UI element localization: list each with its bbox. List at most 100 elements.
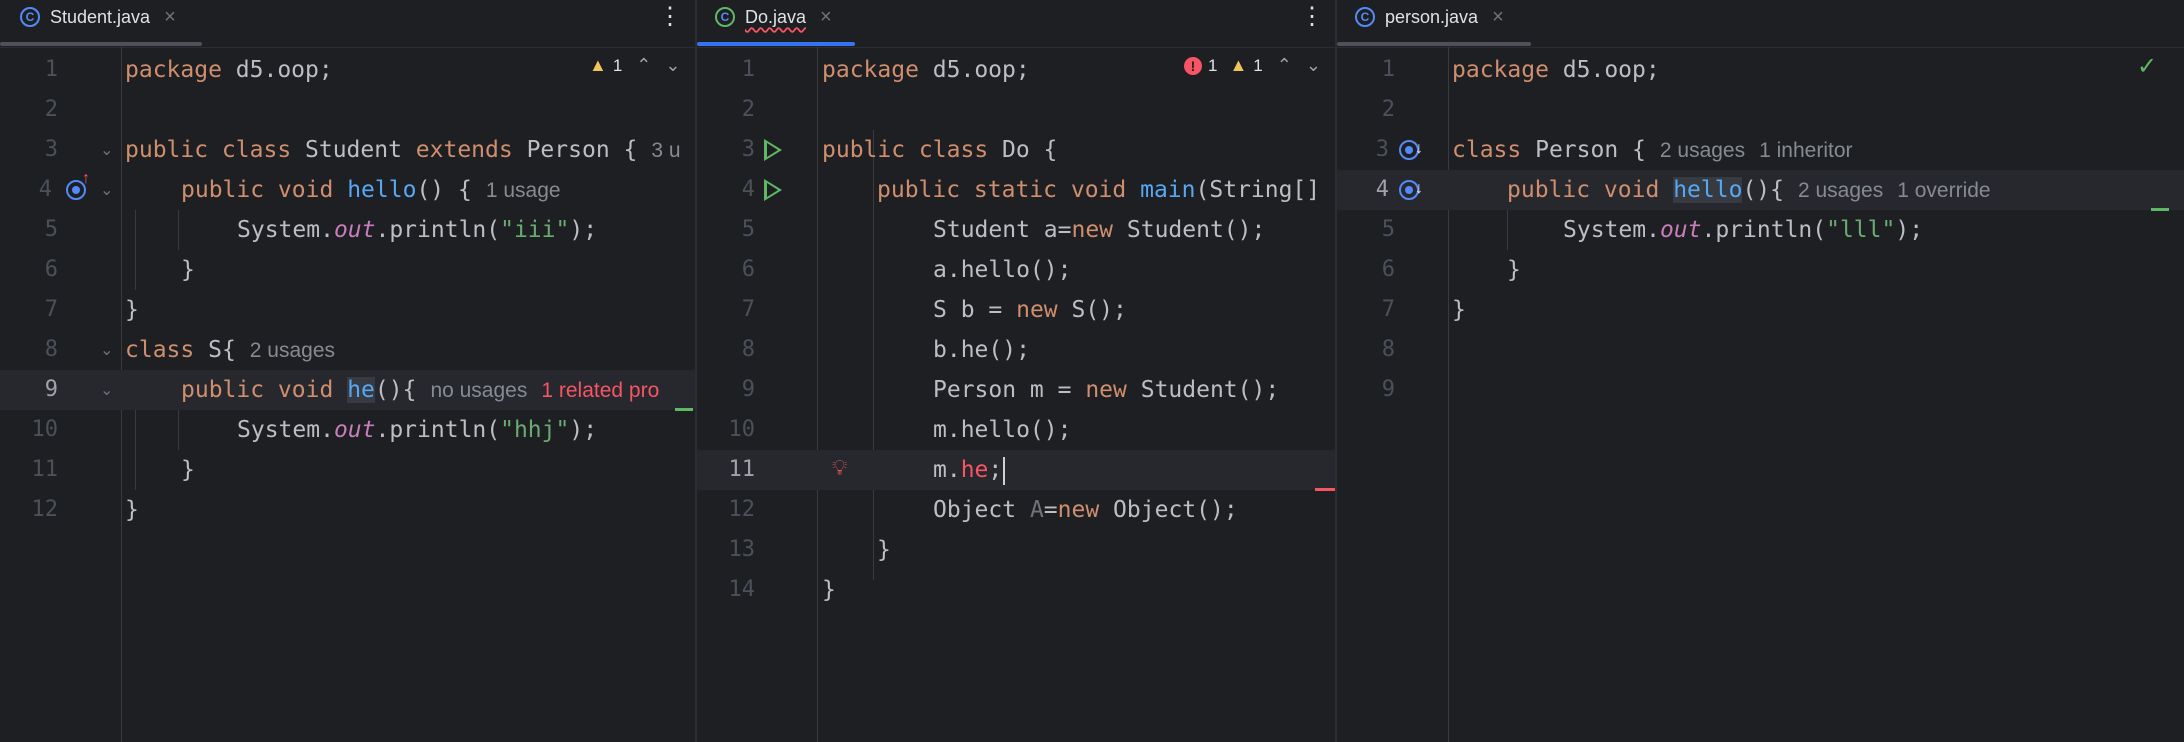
code-text[interactable]: public class Student extends Person {3 u [125,130,681,171]
code-text[interactable]: } [181,250,195,290]
code-text[interactable]: package d5.oop; [125,50,333,90]
usages-hint[interactable]: 2 usages [1660,139,1745,162]
code-text[interactable]: class Person {2 usages 1 inheritor [1452,130,1853,171]
code-text[interactable]: System.out.println("lll"); [1563,210,1923,250]
error-bulb-icon[interactable]: 💡︎ [832,456,847,481]
tab-do-java[interactable]: C Do.java × [715,0,832,34]
code-line[interactable]: 1 package d5.oop; [0,50,695,90]
code-line[interactable]: 6 a.hello(); [697,250,1335,290]
code-line-current[interactable]: 11 💡︎ m.he; [697,450,1335,491]
code-text[interactable]: } [1507,250,1521,290]
editor-tabbar: C Do.java × ⋮ [697,0,1335,48]
code-line[interactable]: 9 [1337,370,2184,410]
code-line[interactable]: 5 System.out.println("lll"); [1337,210,2184,250]
code-line[interactable]: 5 System.out.println("iii"); [0,210,695,250]
code-text[interactable]: } [822,570,836,610]
fold-icon[interactable]: ⌄ [100,140,113,160]
code-text[interactable]: public static void main(String[] [877,170,1320,210]
up-arrow-icon: ↑ [82,170,90,187]
close-icon[interactable]: × [820,6,832,29]
code-text[interactable]: class S{2 usages [125,330,335,371]
code-text[interactable]: } [181,450,195,490]
code-line[interactable]: 6 } [0,250,695,290]
code-line[interactable]: 8 [1337,330,2184,370]
code-text[interactable]: public void he(){no usages 1 related pro [181,370,659,411]
code-line[interactable]: 3 public class Do { [697,130,1335,170]
code-line[interactable]: 12 Object A=new Object(); [697,490,1335,530]
active-tab-underline [697,42,855,46]
code-line[interactable]: 10 System.out.println("hhj"); [0,410,695,450]
code-line[interactable]: 2 [0,90,695,130]
usages-hint[interactable]: no usages [430,379,527,402]
code-line[interactable]: 12 } [0,490,695,530]
editor-do[interactable]: C Do.java × ⋮ ! 1 ▲ 1 ⌃ ⌄ 1 package d5.o… [697,0,1335,742]
code-text[interactable]: } [1452,290,1466,330]
code-text[interactable]: S b = new S(); [933,290,1127,330]
close-icon[interactable]: × [164,6,176,29]
line-number: 3 [1375,137,1389,162]
code-line[interactable]: 7 } [0,290,695,330]
code-line[interactable]: 9 Person m = new Student(); [697,370,1335,410]
code-line[interactable]: 7 S b = new S(); [697,290,1335,330]
code-line[interactable]: 6 } [1337,250,2184,290]
inheritors-hint[interactable]: 1 inheritor [1759,139,1852,162]
tab-student-java[interactable]: C Student.java × [20,0,176,34]
usages-hint[interactable]: 2 usages [1798,179,1883,202]
code-text[interactable]: } [877,530,891,570]
more-options-icon[interactable]: ⋮ [1300,4,1324,30]
code-line[interactable]: 2 [1337,90,2184,130]
code-line[interactable]: 8 b.he(); [697,330,1335,370]
code-line[interactable]: 3 ↓ class Person {2 usages 1 inheritor [1337,130,2184,170]
code-text[interactable]: public void hello() {1 usage [181,170,561,211]
code-text[interactable]: a.hello(); [933,250,1071,290]
overrides-hint[interactable]: 1 override [1897,179,1990,202]
code-line[interactable]: 5 Student a=new Student(); [697,210,1335,250]
fold-icon[interactable]: ⌄ [100,180,113,200]
editor-student[interactable]: C Student.java × ⋮ ▲ 1 ⌃ ⌄ 1 package d5.… [0,0,695,742]
code-line[interactable]: 3 ⌄ public class Student extends Person … [0,130,695,170]
code-line[interactable]: 4 ↑ ⌄ public void hello() {1 usage [0,170,695,290]
code-text[interactable]: m.he; [933,450,1006,490]
run-icon[interactable] [764,139,782,161]
editor-person[interactable]: C person.java × ✓ 1 package d5.oop; 2 3 … [1337,0,2184,742]
code-line-current[interactable]: 4 ↓ public void hello(){2 usages 1 overri… [1337,170,2184,211]
related-problems-hint[interactable]: 1 related pro [541,379,659,402]
fold-icon[interactable]: ⌄ [100,380,113,400]
code-text[interactable]: System.out.println("hhj"); [237,410,597,450]
code-text[interactable]: Person m = new Student(); [933,370,1279,410]
code-line[interactable]: 1 package d5.oop; [1337,50,2184,90]
line-number: 9 [1381,377,1395,402]
code-text[interactable]: package d5.oop; [822,50,1030,90]
code-line[interactable]: 10 m.hello(); [697,410,1335,450]
code-text[interactable]: } [125,290,139,330]
code-line[interactable]: 11 } [0,450,695,490]
code-text[interactable]: Student a=new Student(); [933,210,1265,250]
usages-hint[interactable]: 1 usage [486,179,561,202]
fold-icon[interactable]: ⌄ [100,340,113,360]
code-text[interactable]: b.he(); [933,330,1030,370]
tab-person-java[interactable]: C person.java × [1355,0,1504,34]
code-text[interactable]: System.out.println("iii"); [237,210,597,250]
code-text[interactable]: m.hello(); [933,410,1071,450]
code-line[interactable]: 2 [697,90,1335,130]
code-text[interactable]: Object A=new Object(); [933,490,1238,530]
code-text[interactable]: public void hello(){2 usages 1 override [1507,170,1991,211]
code-line[interactable]: 8 ⌄ class S{2 usages [0,330,695,370]
code-line[interactable]: 14 } [697,570,1335,610]
usages-hint[interactable]: 3 u [651,139,680,162]
code-line[interactable]: 1 package d5.oop; [697,50,1335,90]
run-icon[interactable] [764,179,782,201]
code-line[interactable]: 7 } [1337,290,2184,330]
code-text[interactable]: public class Do { [822,130,1057,170]
code-line[interactable]: 4 public static void main(String[] [697,170,1335,210]
code-line[interactable]: 13 } [697,530,1335,570]
close-icon[interactable]: × [1492,6,1504,29]
line-number: 11 [31,457,59,482]
code-text[interactable]: } [125,490,139,530]
code-line-current[interactable]: 9 ⌄ public void he(){no usages 1 related … [0,370,695,490]
more-options-icon[interactable]: ⋮ [658,4,682,30]
usages-hint[interactable]: 2 usages [250,339,335,362]
line-number: 1 [44,57,58,82]
code-text[interactable]: package d5.oop; [1452,50,1660,90]
line-number: 11 [728,457,756,482]
